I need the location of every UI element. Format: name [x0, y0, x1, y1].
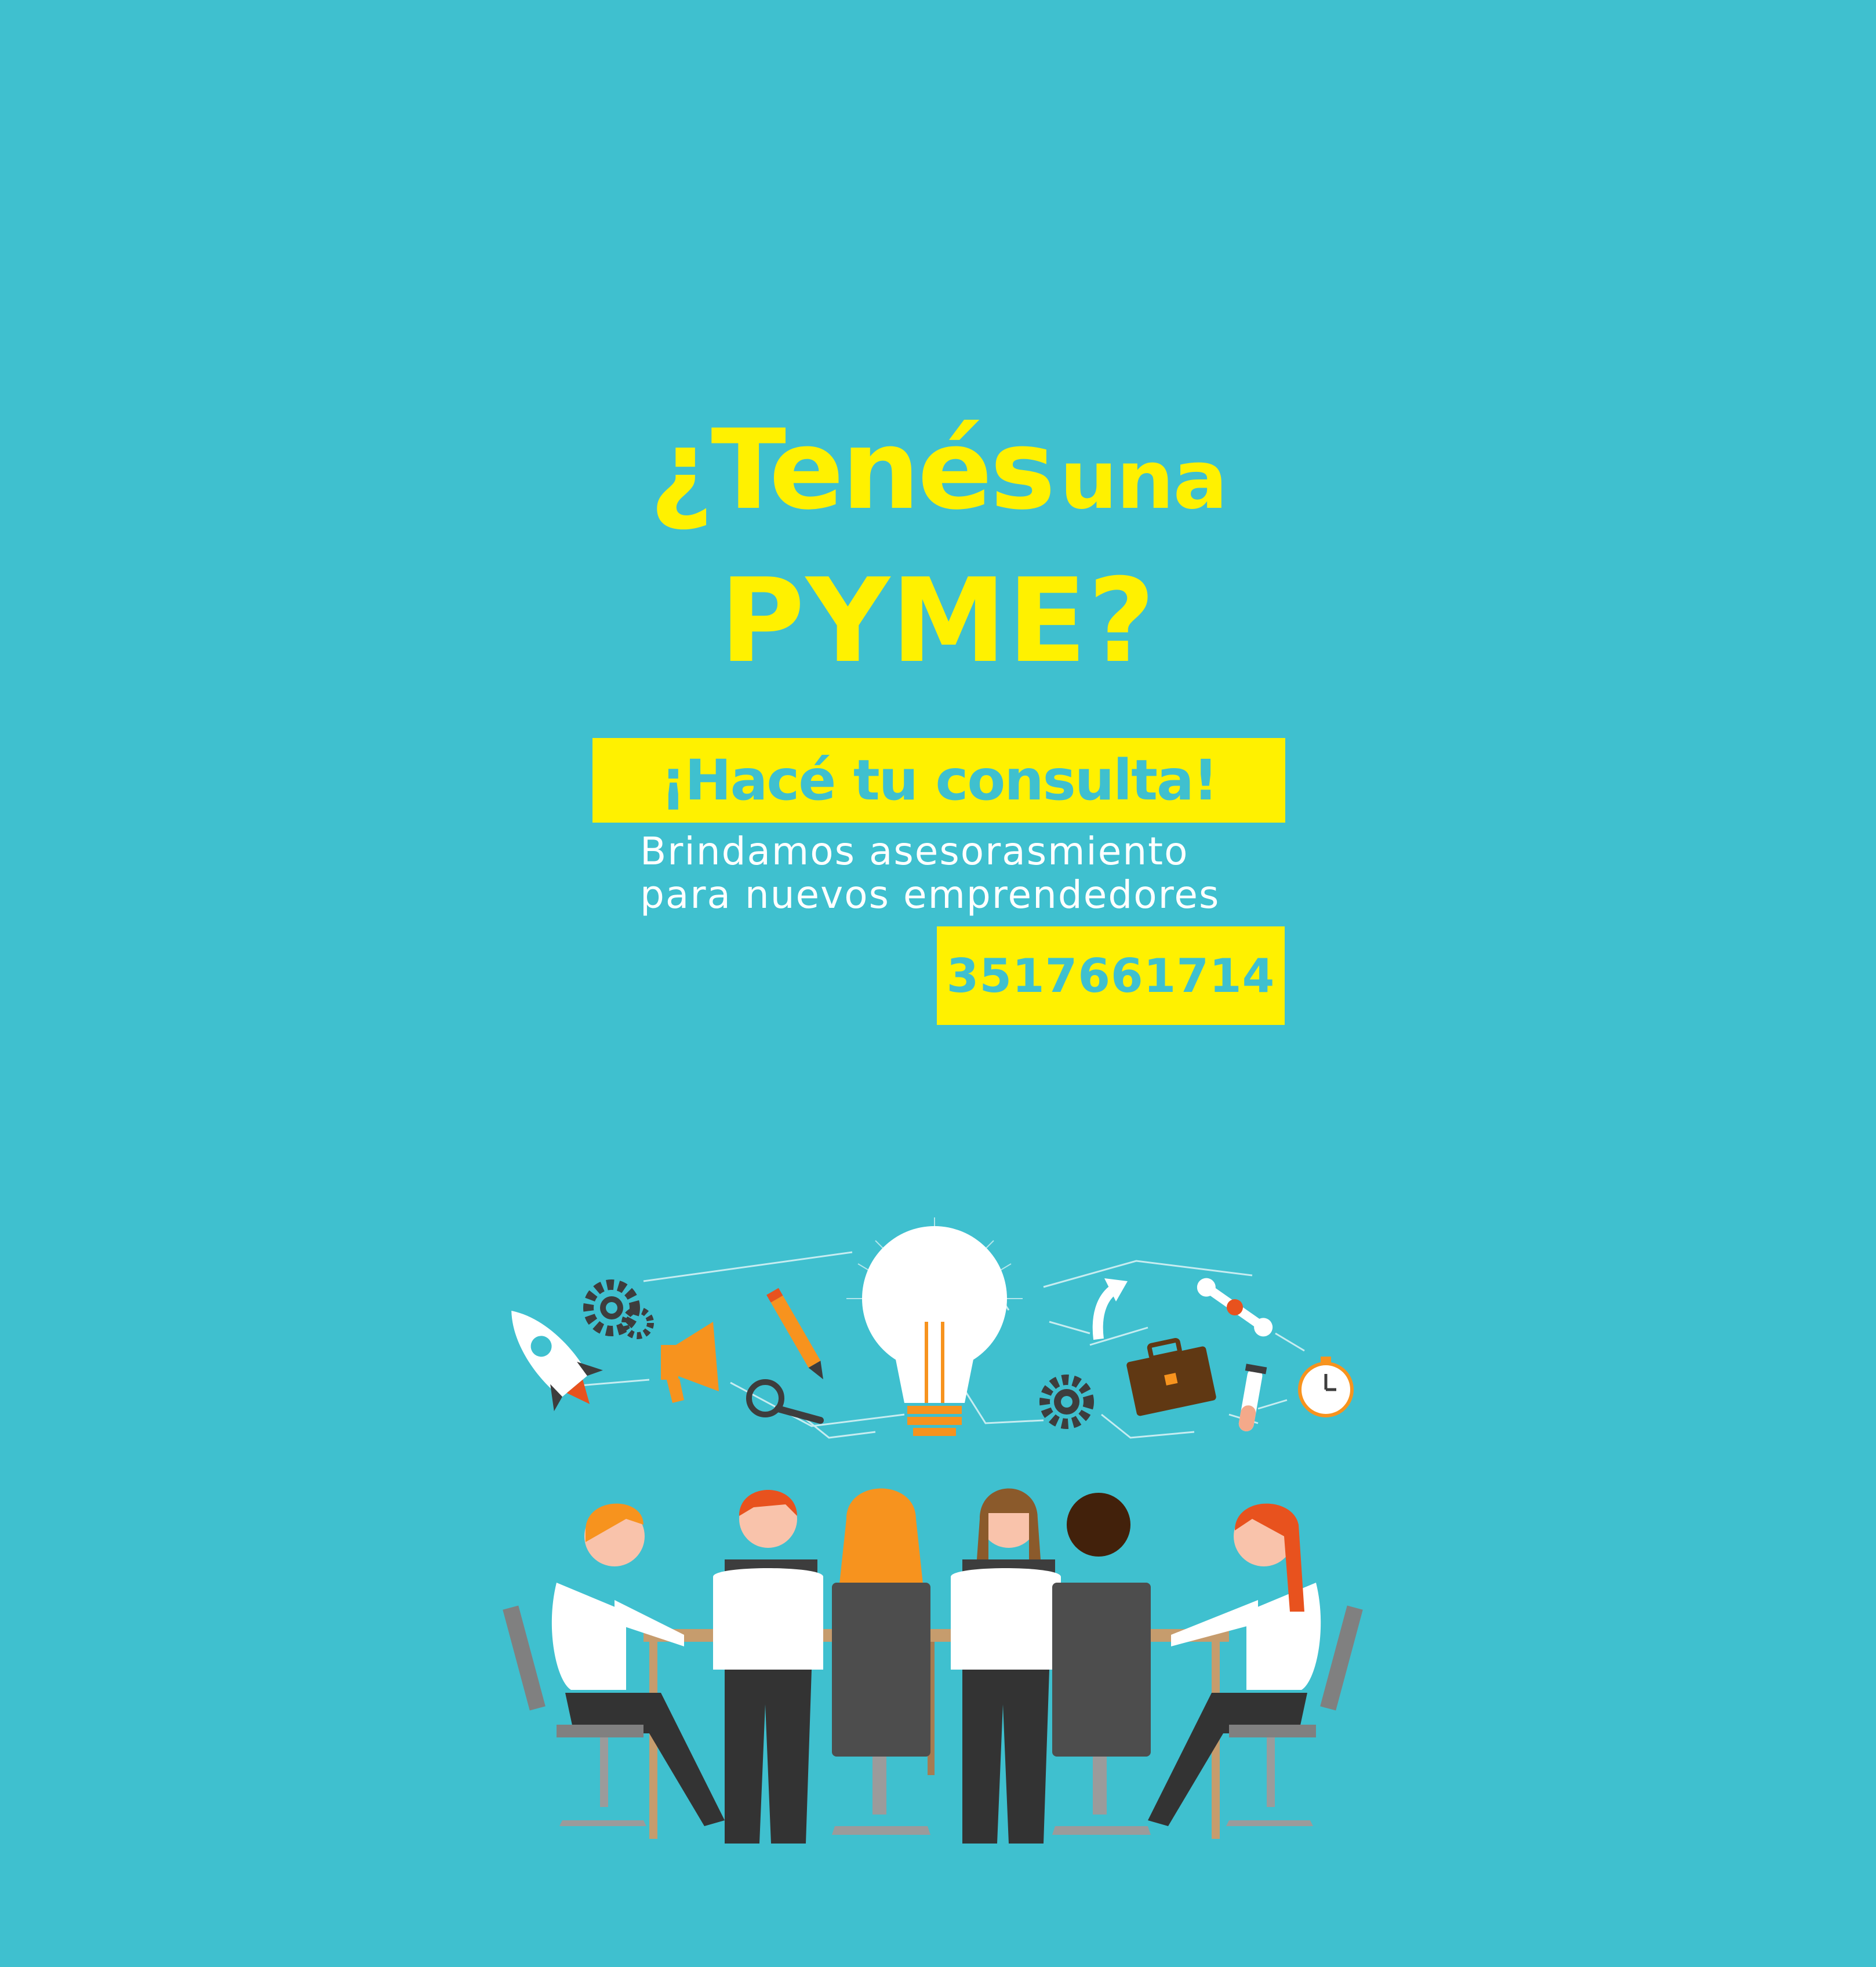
person-5 [1052, 1493, 1151, 1835]
stopwatch-icon [1298, 1357, 1354, 1417]
rocket-icon [511, 1311, 603, 1412]
test-tube-icon [1238, 1364, 1267, 1431]
person-right [1148, 1503, 1363, 1826]
team-meeting [503, 1488, 1363, 1844]
person-3 [832, 1488, 930, 1835]
arrow-icon [1092, 1278, 1128, 1340]
magnifier-icon [746, 1379, 824, 1424]
briefcase-icon [1126, 1337, 1216, 1416]
gears-icon [583, 1279, 654, 1339]
person-2 [713, 1490, 823, 1844]
illustration [503, 1217, 1363, 1844]
lightbulb-icon [846, 1217, 1023, 1436]
pencil-icon [766, 1288, 823, 1380]
wrench-icon [1197, 1278, 1273, 1337]
gear-icon [1039, 1375, 1094, 1429]
megaphone-icon [661, 1322, 719, 1403]
person-4 [951, 1488, 1061, 1844]
person-left [503, 1503, 725, 1826]
